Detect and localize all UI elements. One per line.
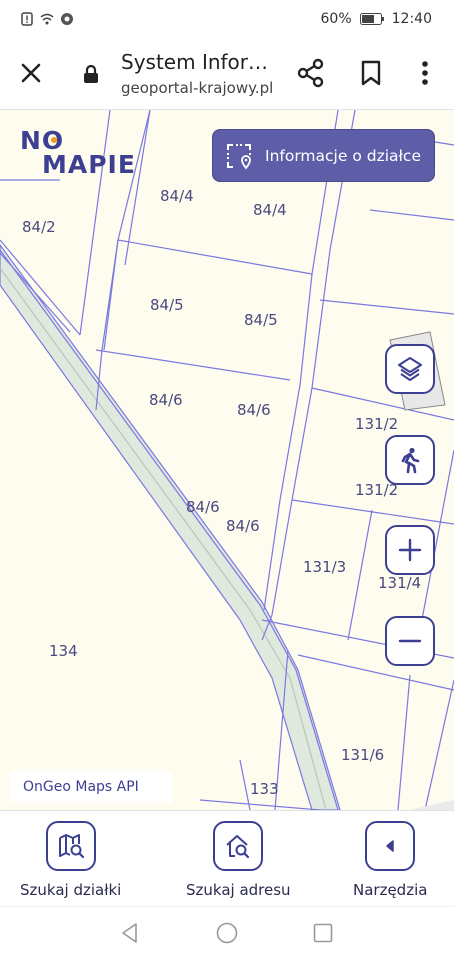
parcel-select-icon bbox=[227, 143, 251, 169]
parcel-label[interactable]: 131/4 bbox=[378, 574, 421, 592]
bookmark-icon[interactable] bbox=[358, 59, 384, 87]
layers-icon bbox=[398, 357, 422, 381]
search-address-tool[interactable]: Szukaj adresu bbox=[186, 821, 291, 899]
parcel-label[interactable]: 84/2 bbox=[22, 218, 56, 236]
parcel-label[interactable]: 84/4 bbox=[253, 201, 287, 219]
search-address-button[interactable] bbox=[213, 821, 264, 871]
battery-icon bbox=[359, 13, 384, 25]
search-address-label: Szukaj adresu bbox=[186, 881, 291, 899]
back-icon[interactable] bbox=[118, 921, 142, 945]
parcel-label[interactable]: 131/2 bbox=[355, 415, 398, 433]
clock: 12:40 bbox=[391, 11, 432, 27]
tools-button[interactable] bbox=[365, 821, 416, 871]
home-icon[interactable] bbox=[215, 921, 239, 945]
parcel-label[interactable]: 84/6 bbox=[186, 498, 220, 516]
parcel-label[interactable]: 84/6 bbox=[226, 517, 260, 535]
tools-label: Narzędzia bbox=[353, 881, 428, 899]
notification-icon bbox=[21, 12, 33, 26]
parcel-label[interactable]: 131/3 bbox=[303, 558, 346, 576]
map-view[interactable]: 84/2 84/4 84/4 84/5 84/5 84/6 84/6 84/6 … bbox=[0, 110, 454, 810]
parcel-info-button[interactable]: Informacje o działce bbox=[212, 129, 435, 182]
parcel-label[interactable]: 84/6 bbox=[237, 401, 271, 419]
parcel-label[interactable]: 84/5 bbox=[150, 296, 184, 314]
browser-toolbar: System Infor… geoportal-krajowy.pl bbox=[0, 38, 454, 110]
search-parcel-button[interactable] bbox=[45, 821, 96, 871]
parcel-label[interactable]: 84/6 bbox=[149, 391, 183, 409]
status-bar: 60% 12:40 bbox=[0, 0, 454, 38]
close-icon[interactable] bbox=[18, 60, 44, 86]
share-icon[interactable] bbox=[296, 58, 326, 88]
wifi-icon bbox=[40, 13, 54, 25]
map-search-icon bbox=[58, 834, 84, 859]
pedestrian-icon bbox=[401, 447, 420, 474]
zoom-in-icon bbox=[398, 538, 422, 562]
parcel-label[interactable]: 134 bbox=[49, 642, 78, 660]
map-attribution[interactable]: OnGeo Maps API bbox=[10, 771, 172, 803]
recents-icon[interactable] bbox=[311, 921, 335, 945]
search-parcel-label: Szukaj działki bbox=[20, 881, 122, 899]
page-url[interactable]: geoportal-krajowy.pl bbox=[121, 79, 273, 97]
parcel-label[interactable]: 84/4 bbox=[160, 187, 194, 205]
status-icons-right: 60% 12:40 bbox=[321, 11, 432, 27]
parcel-label[interactable]: 133 bbox=[250, 780, 279, 798]
parcel-info-label: Informacje o działce bbox=[265, 146, 421, 165]
bottom-toolbar: Szukaj działki Szukaj adresu Narzędzia bbox=[0, 810, 454, 906]
tools-tool[interactable]: Narzędzia bbox=[353, 821, 427, 899]
zoom-out-icon bbox=[398, 639, 422, 643]
logo-text-bottom: MAPIE bbox=[42, 150, 136, 179]
search-parcel-tool[interactable]: Szukaj działki bbox=[20, 821, 121, 899]
layers-button[interactable] bbox=[385, 344, 435, 394]
nomapie-logo: NO MAPIE bbox=[20, 126, 140, 179]
parcel-label[interactable]: 131/6 bbox=[341, 746, 384, 764]
lock-icon bbox=[84, 64, 98, 83]
battery-percent: 60% bbox=[320, 11, 352, 27]
parcel-label[interactable]: 84/5 bbox=[244, 311, 278, 329]
more-vertical-icon[interactable] bbox=[414, 58, 436, 88]
zoom-out-button[interactable] bbox=[385, 616, 435, 666]
page-title[interactable]: System Infor… bbox=[121, 50, 268, 74]
chrome-icon bbox=[61, 13, 73, 25]
android-navigation-bar bbox=[0, 906, 454, 960]
home-search-icon bbox=[226, 835, 250, 859]
logo-dot bbox=[51, 137, 57, 143]
status-icons-left bbox=[20, 12, 74, 26]
street-view-button[interactable] bbox=[385, 435, 435, 485]
chevron-left-icon bbox=[386, 840, 394, 852]
road-area bbox=[0, 243, 341, 810]
zoom-in-button[interactable] bbox=[385, 525, 435, 575]
